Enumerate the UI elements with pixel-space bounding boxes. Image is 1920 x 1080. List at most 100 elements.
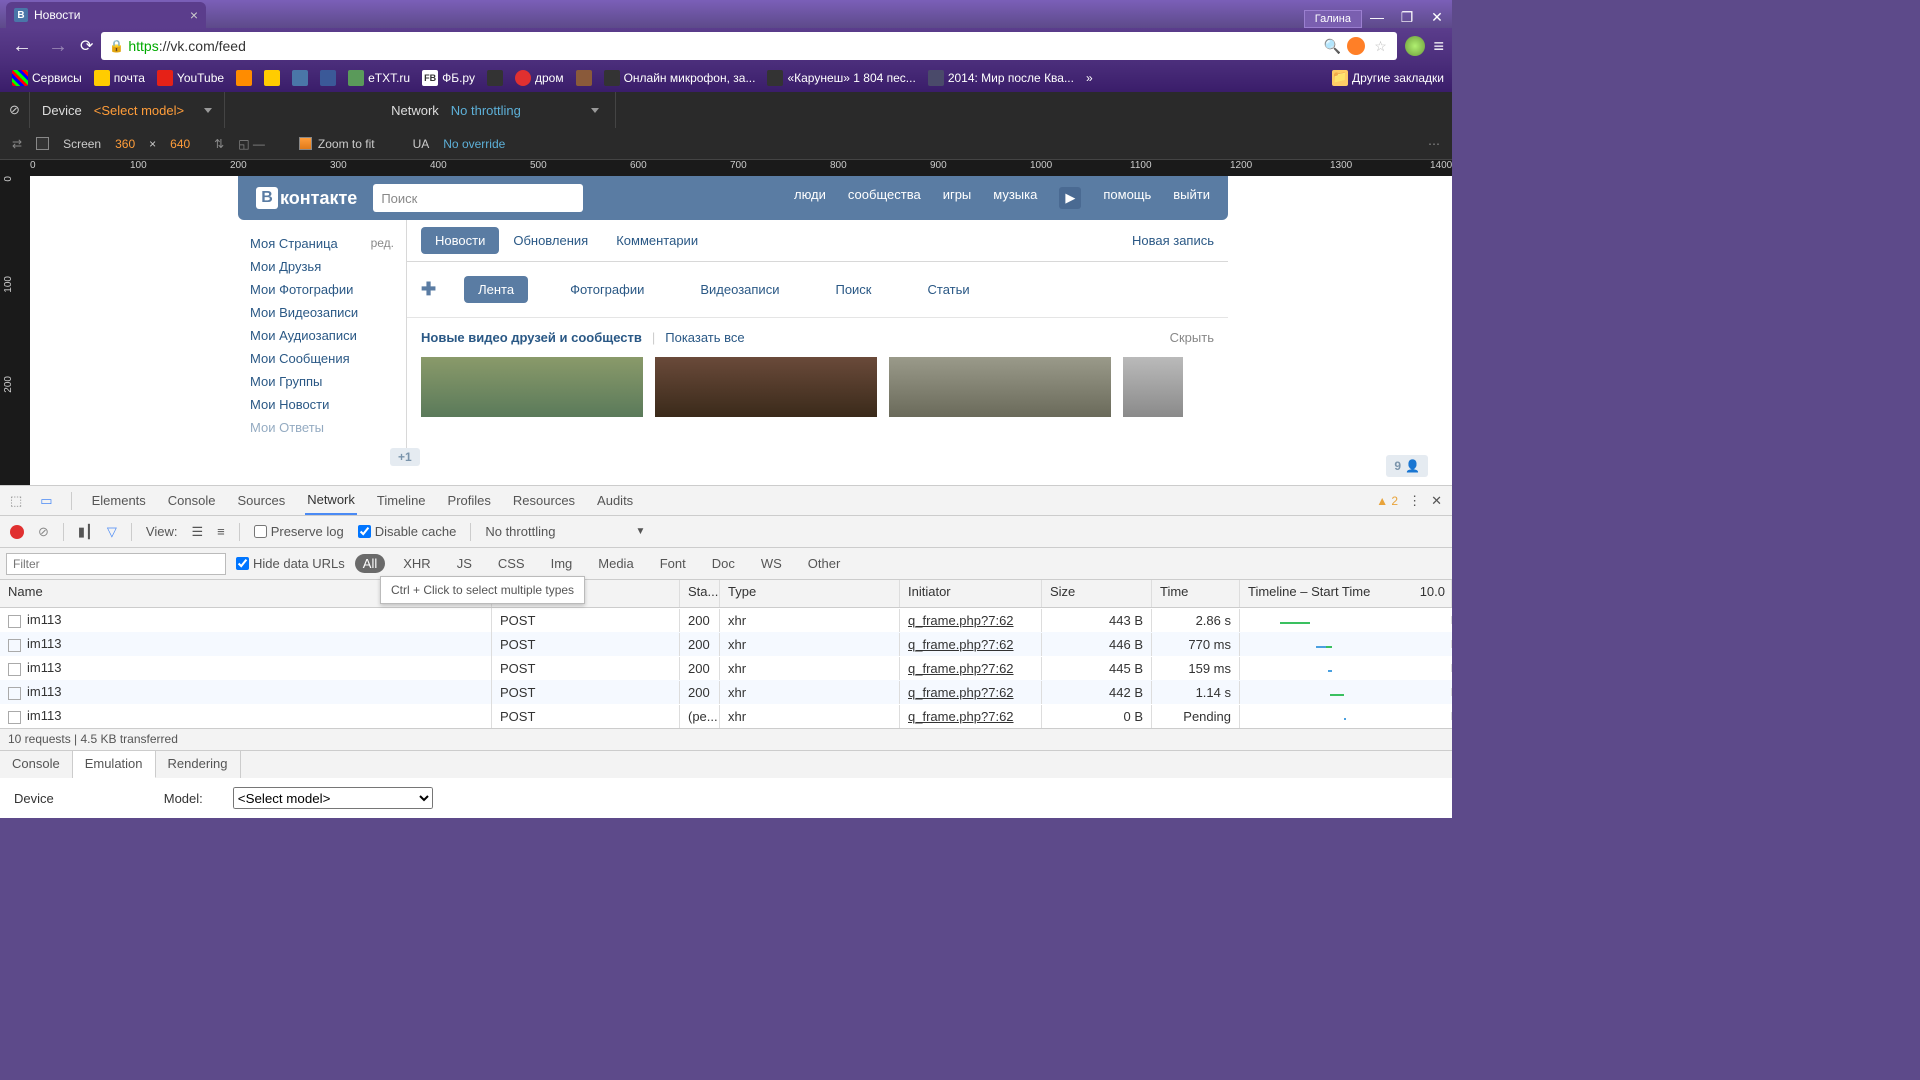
maximize-button[interactable]: ❐ (1392, 6, 1422, 28)
ruler-toggle-icon[interactable]: ⇄ (12, 137, 22, 151)
bookmark-karunesh[interactable]: «Карунеш» 1 804 пес... (763, 68, 919, 88)
col-initiator[interactable]: Initiator (900, 580, 1042, 607)
view-large-icon[interactable]: ☰ (191, 524, 203, 540)
em-model-select[interactable]: <Select model> (233, 787, 433, 809)
inspect-icon[interactable]: ⬚ (10, 493, 22, 509)
add-icon[interactable]: ✚ (421, 279, 436, 300)
col-status[interactable]: Sta... (680, 580, 720, 607)
video-thumb-4[interactable] (1123, 357, 1183, 417)
type-ws[interactable]: WS (753, 554, 790, 573)
screen-width[interactable]: 360 (115, 137, 135, 151)
side-answers[interactable]: Мои Ответы (238, 416, 406, 439)
type-other[interactable]: Other (800, 554, 849, 573)
clear-icon[interactable]: ⊘ (38, 524, 49, 540)
zoom-icon[interactable]: 🔍 (1323, 37, 1341, 55)
sub-search[interactable]: Поиск (821, 276, 885, 303)
side-messages[interactable]: Мои Сообщения (238, 347, 406, 370)
new-post-link[interactable]: Новая запись (1132, 233, 1214, 248)
type-css[interactable]: CSS (490, 554, 533, 573)
sub-feed[interactable]: Лента (464, 276, 528, 303)
nav-people[interactable]: люди (794, 187, 826, 209)
nav-communities[interactable]: сообщества (848, 187, 921, 209)
preserve-log-checkbox[interactable]: Preserve log (254, 524, 344, 539)
record-button[interactable] (10, 525, 24, 539)
tab-audits[interactable]: Audits (595, 487, 635, 514)
type-img[interactable]: Img (543, 554, 581, 573)
apps-button[interactable]: Сервисы (8, 68, 86, 88)
tab-resources[interactable]: Resources (511, 487, 577, 514)
devtools-close-icon[interactable]: ✕ (1431, 493, 1442, 509)
bookmark-at[interactable] (260, 68, 284, 88)
back-button[interactable]: ← (8, 35, 36, 58)
zoom-checkbox[interactable] (299, 137, 312, 150)
tab-profiles[interactable]: Profiles (446, 487, 493, 514)
side-friends[interactable]: Мои Друзья (238, 255, 406, 278)
vk-search-input[interactable]: Поиск (373, 184, 583, 212)
forward-button[interactable]: → (44, 35, 72, 58)
tab-updates[interactable]: Обновления (499, 223, 602, 258)
more-icon[interactable]: ⋯ (1428, 137, 1440, 151)
no-icon[interactable]: ⊘ (9, 102, 20, 118)
tab-sources[interactable]: Sources (236, 487, 288, 514)
plus-one-badge[interactable]: +1 (390, 448, 420, 466)
drawer-emulation[interactable]: Emulation (73, 751, 156, 778)
col-time[interactable]: Time (1152, 580, 1240, 607)
filter-input[interactable] (6, 553, 226, 575)
type-xhr[interactable]: XHR (395, 554, 438, 573)
nav-help[interactable]: помощь (1103, 187, 1151, 209)
sub-videos[interactable]: Видеозаписи (686, 276, 793, 303)
sub-articles[interactable]: Статьи (914, 276, 984, 303)
table-row[interactable]: im113POST(pe...xhrq_frame.php?7:620 BPen… (0, 704, 1452, 728)
table-row[interactable]: im113POST200xhrq_frame.php?7:62445 B159 … (0, 656, 1452, 680)
table-row[interactable]: im113POST200xhrq_frame.php?7:62446 B770 … (0, 632, 1452, 656)
extension-icon[interactable] (1347, 37, 1365, 55)
close-button[interactable]: ✕ (1422, 6, 1452, 28)
camera-icon[interactable]: ▮┃ (78, 524, 93, 540)
video-thumb-3[interactable] (889, 357, 1111, 417)
device-mode-icon[interactable]: ▭ (40, 493, 52, 509)
bookmark-vk[interactable] (288, 68, 312, 88)
bookmark-fbru[interactable]: FBФБ.ру (418, 68, 479, 88)
screen-checkbox[interactable] (36, 137, 49, 150)
menu-button[interactable]: ≡ (1433, 36, 1444, 57)
other-bookmarks[interactable]: 📁Другие закладки (1332, 70, 1444, 86)
tab-comments[interactable]: Комментарии (602, 223, 712, 258)
nav-logout[interactable]: выйти (1173, 187, 1210, 209)
side-news[interactable]: Мои Новости (238, 393, 406, 416)
hide-link[interactable]: Скрыть (1170, 330, 1214, 345)
type-font[interactable]: Font (652, 554, 694, 573)
ua-value[interactable]: No override (443, 137, 505, 151)
bookmark-mic[interactable]: Онлайн микрофон, за... (600, 68, 760, 88)
reload-button[interactable]: ⟳ (80, 36, 93, 56)
nav-more-icon[interactable]: ▶ (1059, 187, 1081, 209)
extension-green-icon[interactable] (1405, 36, 1425, 56)
side-audio[interactable]: Мои Аудиозаписи (238, 324, 406, 347)
col-size[interactable]: Size (1042, 580, 1152, 607)
bookmark-overflow[interactable]: » (1086, 71, 1093, 85)
side-photos[interactable]: Мои Фотографии (238, 278, 406, 301)
video-thumb-2[interactable] (655, 357, 877, 417)
bookmark-2014[interactable]: 2014: Мир после Ква... (924, 68, 1078, 88)
minimize-button[interactable]: — (1362, 6, 1392, 28)
tab-network[interactable]: Network (305, 486, 357, 515)
vk-logo[interactable]: Bконтакте (256, 187, 357, 209)
warning-badge[interactable]: ▲ 2 (1376, 494, 1398, 508)
bookmark-music[interactable] (232, 68, 256, 88)
swap-icon[interactable]: ⇅ (214, 137, 224, 151)
bookmark-etxt[interactable]: eTXT.ru (344, 68, 414, 88)
bookmark-11[interactable] (572, 68, 596, 88)
browser-tab[interactable]: B Новости × (6, 2, 206, 28)
view-small-icon[interactable]: ≡ (217, 524, 225, 539)
sub-photos[interactable]: Фотографии (556, 276, 658, 303)
device-select[interactable]: <Select model> (94, 103, 212, 118)
close-icon[interactable]: × (190, 7, 198, 23)
type-js[interactable]: JS (449, 554, 480, 573)
tab-timeline[interactable]: Timeline (375, 487, 428, 514)
table-row[interactable]: im113POST200xhrq_frame.php?7:62442 B1.14… (0, 680, 1452, 704)
notification-badge[interactable]: 9👤 (1386, 455, 1428, 477)
bookmark-drom[interactable]: дром (511, 68, 568, 88)
bookmark-mail[interactable]: почта (90, 68, 149, 88)
drawer-rendering[interactable]: Rendering (156, 751, 241, 778)
video-thumb-1[interactable] (421, 357, 643, 417)
type-doc[interactable]: Doc (704, 554, 743, 573)
